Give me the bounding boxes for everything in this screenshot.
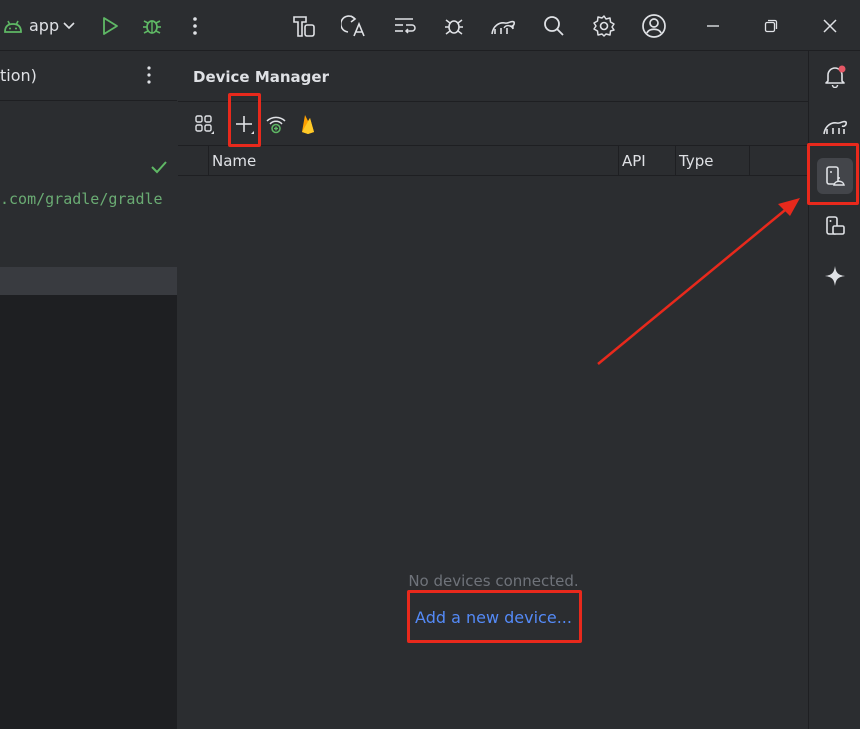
column-name[interactable]: Name bbox=[208, 146, 256, 176]
chevron-down-icon[interactable] bbox=[60, 0, 78, 51]
device-table-header: Name API Type bbox=[178, 146, 809, 176]
apply-changes-icon[interactable] bbox=[340, 0, 368, 51]
panel-title: Device Manager bbox=[193, 68, 329, 86]
close-icon[interactable] bbox=[819, 0, 841, 51]
android-icon bbox=[0, 0, 26, 51]
left-panel: tion) .com/gradle/gradle bbox=[0, 51, 177, 729]
group-devices-icon[interactable] bbox=[190, 109, 218, 139]
sync-icon[interactable] bbox=[390, 0, 418, 51]
search-icon[interactable] bbox=[540, 0, 568, 51]
gradle-icon[interactable] bbox=[817, 108, 853, 144]
left-panel-body bbox=[0, 101, 177, 267]
profiler-icon[interactable] bbox=[440, 0, 468, 51]
running-devices-icon[interactable] bbox=[817, 208, 853, 244]
gemini-icon[interactable] bbox=[817, 258, 853, 294]
restore-icon[interactable] bbox=[760, 0, 782, 51]
account-icon[interactable] bbox=[639, 0, 669, 51]
firebase-icon[interactable] bbox=[294, 109, 322, 139]
column-type[interactable]: Type bbox=[675, 146, 713, 176]
settings-icon[interactable] bbox=[590, 0, 618, 51]
column-divider bbox=[749, 146, 750, 176]
divider bbox=[178, 101, 809, 102]
minimize-icon[interactable] bbox=[702, 0, 724, 51]
pair-wifi-icon[interactable] bbox=[262, 109, 290, 139]
run-icon[interactable] bbox=[98, 0, 122, 51]
more-icon[interactable] bbox=[186, 0, 204, 51]
notifications-icon[interactable] bbox=[817, 58, 853, 94]
check-icon bbox=[150, 159, 168, 178]
add-device-button[interactable] bbox=[230, 109, 258, 139]
build-icon[interactable] bbox=[290, 0, 318, 51]
right-tool-bar bbox=[810, 51, 860, 729]
add-new-device-link[interactable]: Add a new device... bbox=[178, 608, 809, 627]
device-manager-icon[interactable] bbox=[817, 158, 853, 194]
run-config-label[interactable]: app bbox=[29, 0, 59, 51]
column-api[interactable]: API bbox=[618, 146, 646, 176]
debug-icon[interactable] bbox=[140, 0, 164, 51]
more-icon[interactable] bbox=[146, 65, 152, 89]
left-panel-header: tion) bbox=[0, 51, 177, 101]
empty-state-message: No devices connected. bbox=[408, 572, 579, 590]
gradle-url-text: .com/gradle/gradle bbox=[0, 190, 163, 208]
device-manager-panel: Device Manager Name API Type No devices … bbox=[178, 51, 809, 729]
gradle-sync-icon[interactable] bbox=[488, 0, 518, 51]
left-panel-title: tion) bbox=[0, 66, 37, 85]
main-toolbar: app bbox=[0, 0, 860, 51]
selected-row[interactable] bbox=[0, 267, 177, 295]
